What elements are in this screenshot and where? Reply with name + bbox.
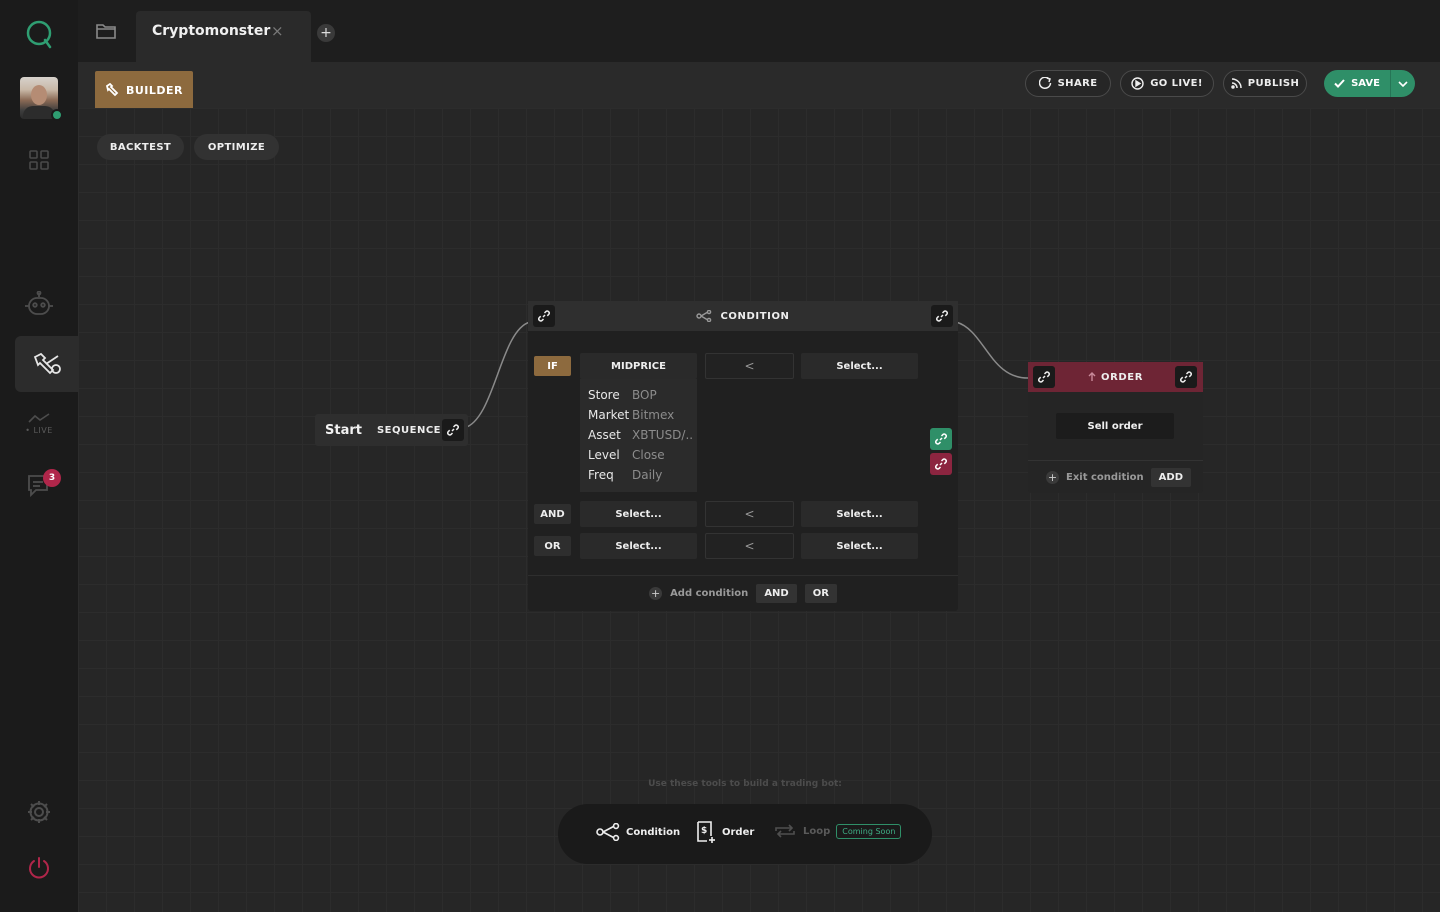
svg-text:$: $ <box>701 826 707 836</box>
exit-condition-label[interactable]: Exit condition <box>1066 472 1144 483</box>
detail-row-store: Store BOP <box>588 388 657 402</box>
add-exit-button[interactable]: ADD <box>1150 467 1192 487</box>
order-input-link-icon[interactable] <box>1033 366 1055 388</box>
arrow-up-icon <box>1088 372 1096 381</box>
condition-input-link-icon[interactable] <box>533 305 555 327</box>
if-right-operand[interactable]: Select... <box>801 353 918 379</box>
tool-order[interactable]: $ Order <box>696 821 754 843</box>
detail-row-asset: Asset XBTUSD/... <box>588 428 692 442</box>
condition-node[interactable]: CONDITION IF MIDPRICE < Select... Store … <box>528 301 958 611</box>
add-condition-label[interactable]: Add condition <box>670 588 748 599</box>
order-dollar-icon: $ <box>697 821 715 843</box>
detail-row-market: Market Bitmex <box>588 408 675 422</box>
add-and-button[interactable]: AND <box>756 584 797 603</box>
start-label: Start <box>325 422 362 438</box>
start-link-icon[interactable] <box>442 419 464 441</box>
if-operator-select[interactable]: < <box>705 353 794 379</box>
condition-output-link-icon[interactable] <box>931 305 953 327</box>
add-or-button[interactable]: OR <box>804 584 837 603</box>
or-right-operand[interactable]: Select... <box>801 533 918 559</box>
detail-row-level: Level Close <box>588 448 665 462</box>
if-tag: IF <box>534 356 571 376</box>
and-right-operand[interactable]: Select... <box>801 501 918 527</box>
order-footer: + Exit condition ADD <box>1028 460 1203 493</box>
coming-soon-badge: Coming Soon <box>836 823 902 839</box>
tools-hint: Use these tools to build a trading bot: <box>648 779 842 789</box>
or-operator-select[interactable]: < <box>705 533 794 559</box>
and-operator-select[interactable]: < <box>705 501 794 527</box>
condition-tool-icon <box>596 823 620 841</box>
sequence-label: SEQUENCE <box>376 424 442 436</box>
and-tag: AND <box>534 504 571 524</box>
tool-loop-label: Loop <box>803 825 831 837</box>
loop-icon <box>775 824 795 838</box>
detail-row-freq: Freq Daily <box>588 468 663 482</box>
true-branch-link-icon[interactable] <box>930 428 952 450</box>
exit-plus-icon[interactable]: + <box>1046 470 1059 484</box>
condition-branch-icon <box>696 310 712 322</box>
tool-condition-label: Condition <box>626 826 681 838</box>
tool-loop: Loop Coming Soon <box>773 823 902 839</box>
condition-header: CONDITION <box>528 301 958 331</box>
sell-order-button[interactable]: Sell order <box>1056 413 1174 439</box>
order-output-link-icon[interactable] <box>1175 366 1197 388</box>
add-plus-icon[interactable]: + <box>649 587 663 600</box>
order-node[interactable]: ORDER Sell order + Exit condition ADD <box>1028 362 1203 493</box>
or-tag: OR <box>534 536 571 556</box>
false-branch-link-icon[interactable] <box>930 453 952 475</box>
condition-title: CONDITION <box>720 310 790 322</box>
tools-palette: Condition $ Order Loop Coming Soon <box>558 804 932 864</box>
or-left-operand[interactable]: Select... <box>580 533 697 559</box>
tool-condition[interactable]: Condition <box>596 823 680 841</box>
start-node[interactable]: Start SEQUENCE <box>315 414 468 446</box>
condition-footer: + Add condition AND OR <box>528 575 958 611</box>
if-left-operand[interactable]: MIDPRICE <box>580 353 697 379</box>
tool-order-label: Order <box>722 826 755 838</box>
and-left-operand[interactable]: Select... <box>580 501 697 527</box>
midprice-details: Store BOP Market Bitmex Asset XBTUSD/...… <box>580 379 697 492</box>
order-title: ORDER <box>1100 371 1144 383</box>
